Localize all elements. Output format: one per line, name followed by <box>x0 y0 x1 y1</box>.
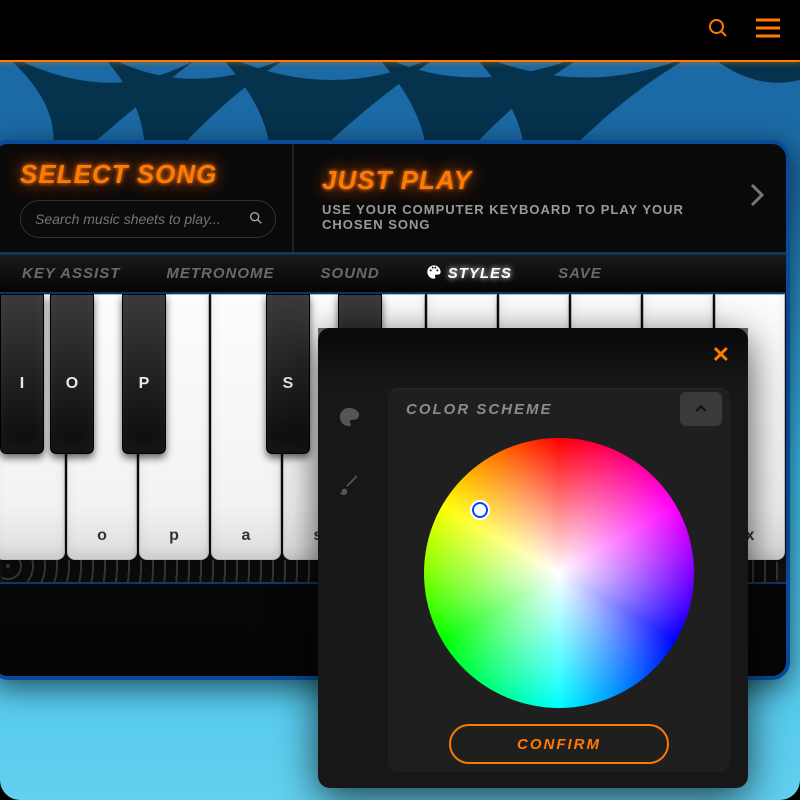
just-play-section[interactable]: JUST PLAY USE YOUR COMPUTER KEYBOARD TO … <box>294 144 786 252</box>
toolbar-tabs: KEY ASSIST METRONOME SOUND STYLES SAVE <box>0 254 786 294</box>
tab-styles[interactable]: STYLES <box>426 264 512 284</box>
styles-popup: ✕ COLOR SCHEME CONFIRM <box>318 328 748 788</box>
palette-icon <box>426 264 442 284</box>
app-root: SELECT SONG JUST PLAY USE YOUR COMPUTER … <box>0 0 800 800</box>
menu-icon[interactable] <box>754 16 782 45</box>
collapse-button[interactable] <box>680 392 722 426</box>
popup-fade <box>318 328 748 388</box>
panel-header: SELECT SONG JUST PLAY USE YOUR COMPUTER … <box>0 144 786 254</box>
just-play-title: JUST PLAY <box>322 165 748 196</box>
color-scheme-header: COLOR SCHEME <box>388 388 730 430</box>
key-label: o <box>68 527 136 545</box>
popup-side-icons <box>338 406 360 500</box>
color-wheel[interactable] <box>424 438 694 708</box>
white-key[interactable]: a <box>211 294 281 560</box>
tab-styles-label: STYLES <box>448 265 512 282</box>
tab-save[interactable]: SAVE <box>558 265 602 282</box>
chevron-right-icon[interactable] <box>748 181 766 216</box>
color-scheme-title: COLOR SCHEME <box>406 401 680 418</box>
white-key[interactable] <box>0 294 65 560</box>
confirm-button[interactable]: CONFIRM <box>449 724 669 764</box>
select-song-title: SELECT SONG <box>20 159 276 190</box>
white-key[interactable]: p <box>139 294 209 560</box>
key-label: a <box>212 527 280 545</box>
select-song-section: SELECT SONG <box>0 144 294 252</box>
search-icon[interactable] <box>706 16 730 45</box>
close-icon[interactable]: ✕ <box>712 342 730 368</box>
color-picker-handle[interactable] <box>472 502 488 518</box>
just-play-subtitle: USE YOUR COMPUTER KEYBOARD TO PLAY YOUR … <box>322 202 748 232</box>
color-scheme-card: COLOR SCHEME CONFIRM <box>388 388 730 772</box>
tab-sound[interactable]: SOUND <box>321 265 380 282</box>
just-play-text: JUST PLAY USE YOUR COMPUTER KEYBOARD TO … <box>322 165 748 232</box>
song-search-wrap <box>20 200 276 238</box>
brush-icon[interactable] <box>338 473 360 500</box>
top-bar <box>0 0 800 60</box>
search-field-icon[interactable] <box>248 210 264 231</box>
tab-metronome[interactable]: METRONOME <box>166 265 274 282</box>
theme-icon[interactable] <box>338 406 360 433</box>
key-label: p <box>140 527 208 545</box>
tab-key-assist[interactable]: KEY ASSIST <box>22 265 120 282</box>
song-search-input[interactable] <box>20 200 276 238</box>
divider-line <box>0 60 800 62</box>
white-key[interactable]: o <box>67 294 137 560</box>
